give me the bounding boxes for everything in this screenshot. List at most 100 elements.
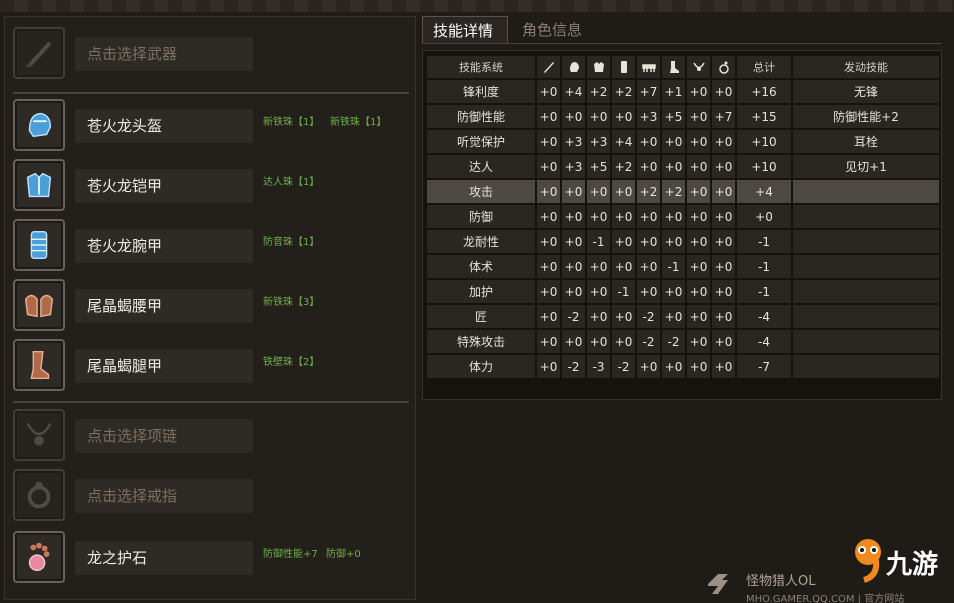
header-skill-system: 技能系统 [427, 56, 535, 78]
armor-name[interactable]: 尾晶蝎腿甲 [75, 349, 253, 383]
activated-skill-cell [793, 305, 939, 328]
skill-point-cell: +5 [587, 155, 610, 178]
chest-armor-icon [587, 56, 610, 78]
skill-row: 锋利度 +0 +4 +2 +2 +7 +1 +0 +0 +16 无锋 [427, 80, 939, 103]
skill-point-cell: +7 [637, 80, 660, 103]
skill-point-cell: +0 [687, 255, 710, 278]
tab-character-info[interactable]: 角色信息 [512, 16, 592, 44]
armor-name[interactable]: 苍火龙铠甲 [75, 169, 253, 203]
activated-skill-cell [793, 205, 939, 228]
skill-point-cell: -2 [562, 305, 585, 328]
talisman-slot[interactable]: 龙之护石 防御性能+7 防御+0 [13, 531, 413, 585]
skill-point-cell: +7 [712, 105, 735, 128]
skill-point-cell: -2 [612, 355, 635, 378]
ring-select-field[interactable]: 点击选择戒指 [75, 479, 253, 513]
tab-skill-details[interactable]: 技能详情 [422, 16, 508, 44]
skill-point-cell: +3 [587, 130, 610, 153]
skill-point-cell: +0 [662, 155, 685, 178]
skill-name-cell: 防御性能 [427, 105, 535, 128]
necklace-slot[interactable]: 点击选择项链 [13, 409, 413, 463]
weapon-select-field[interactable]: 点击选择武器 [75, 37, 253, 71]
jewel-label: 防音珠【1】 [263, 237, 320, 248]
skill-row: 特殊攻击 +0 +0 +0 +0 -2 -2 +0 +0 -4 [427, 330, 939, 353]
skill-point-cell: +0 [687, 205, 710, 228]
jewel-label: 新铁珠【3】 [263, 297, 320, 308]
skill-total-cell: +10 [737, 155, 791, 178]
skill-point-cell: +5 [662, 105, 685, 128]
equipment-panel: 点击选择武器 苍火龙头盔 新铁珠【1】 新铁珠【1】 苍火龙铠甲 达人珠【1】 … [4, 16, 416, 600]
skill-total-cell: +0 [737, 205, 791, 228]
skill-row: 达人 +0 +3 +5 +2 +0 +0 +0 +0 +10 见切+1 [427, 155, 939, 178]
skill-point-cell: +0 [537, 130, 560, 153]
ring-slot[interactable]: 点击选择戒指 [13, 469, 413, 523]
skill-total-cell: -1 [737, 255, 791, 278]
skill-point-cell: +0 [587, 205, 610, 228]
skill-point-cell: +0 [637, 230, 660, 253]
skill-row: 体力 +0 -2 -3 -2 +0 +0 +0 +0 -7 [427, 355, 939, 378]
skill-point-cell: +0 [687, 180, 710, 203]
skill-point-cell: +0 [662, 280, 685, 303]
activated-skill-cell: 见切+1 [793, 155, 939, 178]
skill-point-cell: +0 [537, 230, 560, 253]
skill-total-cell: -1 [737, 280, 791, 303]
skill-row: 龙耐性 +0 +0 -1 +0 +0 +0 +0 +0 -1 [427, 230, 939, 253]
gauntlet-icon [13, 219, 65, 271]
skill-name-cell: 龙耐性 [427, 230, 535, 253]
jewel-label: 新铁珠【1】 [263, 117, 320, 128]
skill-point-cell: +0 [662, 130, 685, 153]
skill-total-cell: -1 [737, 230, 791, 253]
skill-point-cell: +0 [587, 105, 610, 128]
armor-slot-arms[interactable]: 苍火龙腕甲 防音珠【1】 [13, 219, 413, 273]
skill-point-cell: +0 [662, 230, 685, 253]
skill-point-cell: +2 [637, 180, 660, 203]
skill-point-cell: +3 [637, 105, 660, 128]
skill-point-cell: +3 [562, 155, 585, 178]
skill-point-cell: -1 [612, 280, 635, 303]
helmet-icon [13, 99, 65, 151]
armor-slot-chest[interactable]: 苍火龙铠甲 达人珠【1】 [13, 159, 413, 213]
skill-details-panel: 技能系统 总计 发动技能 锋利度 +0 +4 +2 +2 +7 +1 +0 +0 +16 无锋 防御性… [422, 50, 942, 400]
watermark-brand: 九游 [886, 550, 939, 580]
skill-point-cell: +0 [712, 230, 735, 253]
activated-skill-cell [793, 330, 939, 353]
skill-point-cell: +0 [587, 280, 610, 303]
activated-skill-cell [793, 355, 939, 378]
skill-point-cell: +0 [562, 255, 585, 278]
armor-slot-legs[interactable]: 尾晶蝎腿甲 铁壁珠【2】 [13, 339, 413, 393]
skill-point-cell: +0 [687, 80, 710, 103]
skill-point-cell: -2 [662, 330, 685, 353]
skill-point-cell: +0 [687, 355, 710, 378]
armor-name[interactable]: 尾晶蝎腰甲 [75, 289, 253, 323]
skill-point-cell: +2 [612, 155, 635, 178]
tab-underline [422, 43, 942, 44]
leg-armor-icon [13, 339, 65, 391]
skill-point-cell: +0 [562, 205, 585, 228]
skill-row: 加护 +0 +0 +0 -1 +0 +0 +0 +0 -1 [427, 280, 939, 303]
weapon-slot[interactable]: 点击选择武器 [13, 27, 413, 81]
skill-point-cell: +0 [712, 205, 735, 228]
skill-name-cell: 听觉保护 [427, 130, 535, 153]
skill-point-cell: -2 [562, 355, 585, 378]
skill-point-cell: +0 [687, 330, 710, 353]
skill-row: 体术 +0 +0 +0 +0 +0 -1 +0 +0 -1 [427, 255, 939, 278]
activated-skill-cell [793, 230, 939, 253]
skill-point-cell: -2 [637, 330, 660, 353]
talisman-name[interactable]: 龙之护石 [75, 541, 253, 575]
armor-slot-helmet[interactable]: 苍火龙头盔 新铁珠【1】 新铁珠【1】 [13, 99, 413, 153]
section-divider [13, 92, 409, 94]
talisman-icon [712, 56, 735, 78]
armor-name[interactable]: 苍火龙腕甲 [75, 229, 253, 263]
skill-point-cell: +0 [712, 355, 735, 378]
necklace-select-field[interactable]: 点击选择项链 [75, 419, 253, 453]
activated-skill-cell: 耳栓 [793, 130, 939, 153]
armor-name[interactable]: 苍火龙头盔 [75, 109, 253, 143]
skill-total-cell: +16 [737, 80, 791, 103]
skill-name-cell: 匠 [427, 305, 535, 328]
skill-name-cell: 特殊攻击 [427, 330, 535, 353]
waist-armor-icon [13, 279, 65, 331]
skill-point-cell: +0 [687, 155, 710, 178]
skill-point-cell: +0 [537, 305, 560, 328]
skill-point-cell: +0 [537, 330, 560, 353]
armor-slot-waist[interactable]: 尾晶蝎腰甲 新铁珠【3】 [13, 279, 413, 333]
skill-point-cell: +0 [587, 305, 610, 328]
